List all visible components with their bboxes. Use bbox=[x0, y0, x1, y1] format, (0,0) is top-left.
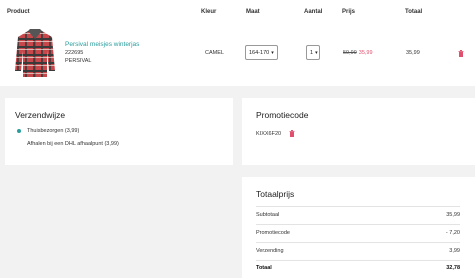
shipping-method-panel: Verzendwijze Thuisbezorgen (3,99) Afhale… bbox=[5, 98, 233, 165]
total-title: Totaalprijs bbox=[256, 189, 295, 199]
product-name-link[interactable]: Persival meisjes winterjas bbox=[65, 41, 139, 48]
row-value: 32,78 bbox=[446, 265, 460, 271]
header-color: Kleur bbox=[201, 9, 217, 15]
header-size: Maat bbox=[246, 9, 260, 15]
product-image[interactable] bbox=[14, 27, 56, 79]
header-total: Totaal bbox=[405, 9, 423, 15]
row-value: - 7,20 bbox=[445, 230, 460, 236]
size-select-value: 164-170 bbox=[249, 49, 270, 56]
shipping-title: Verzendwijze bbox=[15, 110, 66, 120]
promo-discount-row: Promotiecode - 7,20 bbox=[256, 230, 460, 236]
row-label: Subtotaal bbox=[256, 212, 280, 218]
divider bbox=[256, 242, 460, 243]
row-label: Totaal bbox=[256, 265, 272, 271]
shipping-cost-row: Verzending 3,99 bbox=[256, 248, 460, 254]
header-product: Product bbox=[7, 9, 30, 15]
row-value: 3,99 bbox=[449, 248, 460, 254]
chevron-down-icon: ▾ bbox=[315, 49, 318, 56]
size-select[interactable]: 164-170 ▾ bbox=[245, 45, 278, 60]
radio-selected-icon[interactable] bbox=[17, 129, 21, 133]
line-total: 35,99 bbox=[406, 50, 420, 56]
grand-total-row: Totaal 32,78 bbox=[256, 265, 460, 271]
shipping-option-home[interactable]: Thuisbezorgen (3,99) bbox=[17, 128, 79, 134]
remove-item-trash-icon[interactable] bbox=[458, 50, 464, 57]
row-label: Verzending bbox=[256, 248, 284, 254]
header-price: Prijs bbox=[342, 9, 356, 15]
promo-title: Promotiecode bbox=[256, 110, 309, 120]
promo-code-panel: Promotiecode KIXX6F20 bbox=[242, 98, 475, 165]
promo-code-value: KIXX6F20 bbox=[256, 131, 282, 137]
cart-table: Product Kleur Maat Aantal Prijs Totaal P… bbox=[0, 0, 475, 86]
quantity-select-value: 1 bbox=[310, 49, 314, 56]
row-value: 35,99 bbox=[446, 212, 460, 218]
product-brand: PERSIVAL bbox=[65, 58, 92, 64]
product-color: CAMEL bbox=[205, 50, 224, 56]
total-price-panel: Totaalprijs Subtotaal 35,99 Promotiecode… bbox=[242, 177, 475, 278]
product-code: 222695 bbox=[65, 50, 84, 56]
chevron-down-icon: ▾ bbox=[271, 49, 274, 56]
remove-promo-trash-icon[interactable] bbox=[289, 130, 295, 137]
shipping-option-label: Thuisbezorgen (3,99) bbox=[27, 128, 80, 134]
divider bbox=[256, 260, 460, 261]
divider bbox=[256, 206, 460, 207]
shipping-option-dhl[interactable]: Afhalen bij een DHL afhaalpunt (3,99) bbox=[17, 141, 119, 147]
subtotal-row: Subtotaal 35,99 bbox=[256, 212, 460, 218]
price-cell: 59,99 35,99 bbox=[343, 50, 373, 56]
sale-price: 35,99 bbox=[358, 50, 373, 56]
quantity-select[interactable]: 1 ▾ bbox=[306, 45, 320, 60]
radio-unselected-icon[interactable] bbox=[17, 142, 21, 146]
divider bbox=[256, 224, 460, 225]
original-price: 59,99 bbox=[343, 50, 357, 56]
row-label: Promotiecode bbox=[256, 230, 290, 236]
header-quantity: Aantal bbox=[304, 9, 323, 15]
shipping-option-label: Afhalen bij een DHL afhaalpunt (3,99) bbox=[27, 141, 119, 147]
